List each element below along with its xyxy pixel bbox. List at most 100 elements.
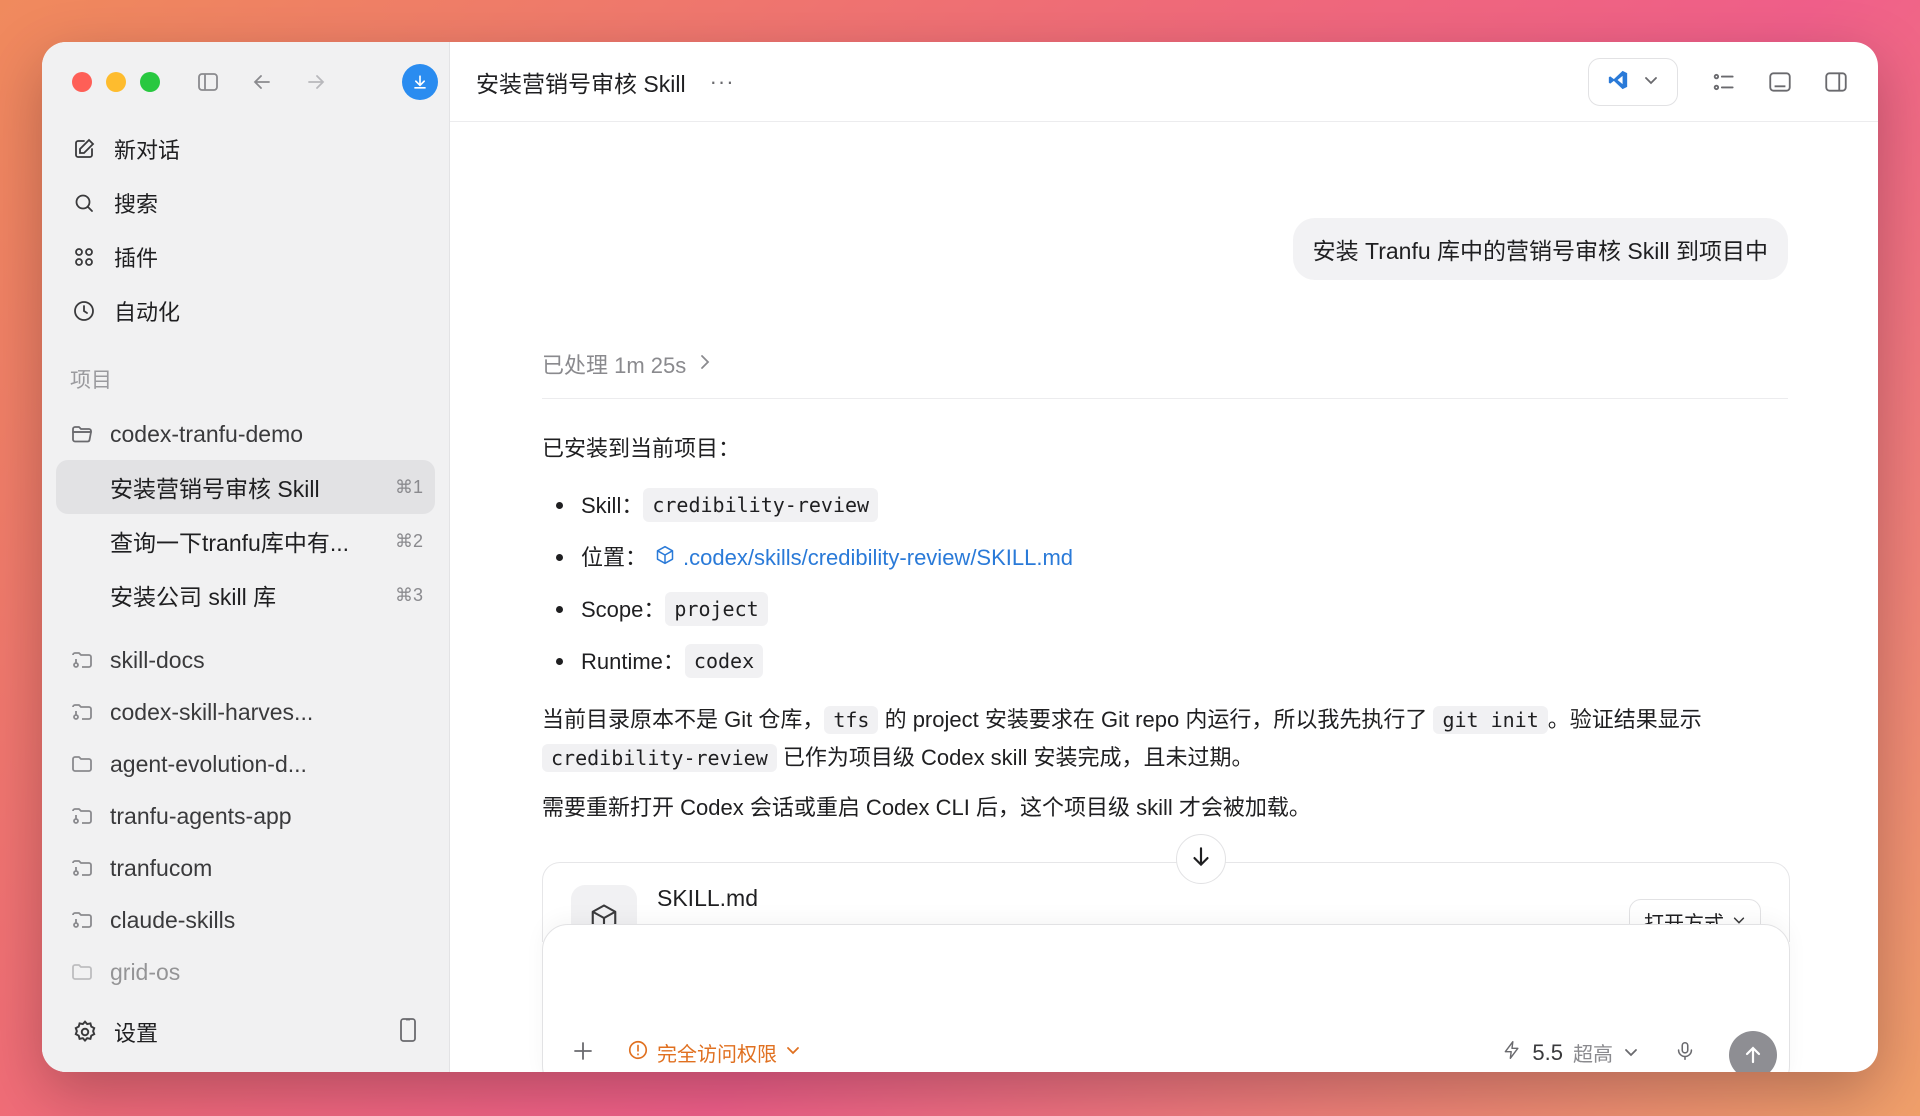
- divider: [542, 398, 1788, 399]
- search-icon: [70, 189, 98, 217]
- project-item[interactable]: codex-skill-harves...: [42, 686, 449, 738]
- reasoning-level: 超高: [1573, 1044, 1613, 1066]
- install-details-list: Skill： credibility-review 位置： .codex/ski…: [542, 479, 1788, 687]
- thread-label: 查询一下tranfu库中有...: [110, 530, 349, 556]
- folder-open-icon: [70, 421, 96, 447]
- item-key: Runtime：: [581, 648, 685, 674]
- project-item[interactable]: skill-docs: [42, 634, 449, 686]
- chat-content: 安装 Tranfu 库中的营销号审核 Skill 到项目中 已处理 1m 25s…: [450, 122, 1878, 1072]
- settings-button[interactable]: 设置: [72, 1016, 397, 1048]
- message-composer[interactable]: 完全访问权限 5.5 超高: [542, 924, 1790, 1072]
- inline-code: credibility-review: [542, 744, 777, 772]
- model-selector[interactable]: 5.5 超高: [1502, 1038, 1639, 1067]
- file-path-link[interactable]: .codex/skills/credibility-review/SKILL.m…: [655, 541, 1073, 574]
- text-run: 当前目录原本不是 Git 仓库，: [542, 707, 825, 732]
- project-label: tranfucom: [110, 854, 213, 881]
- project-label: tranfu-agents-app: [110, 802, 292, 829]
- thread-label: 安装营销号审核 Skill: [110, 476, 320, 502]
- thread-item[interactable]: 查询一下tranfu库中有... ⌘2: [56, 514, 435, 568]
- sidebar-titlebar: [42, 42, 449, 122]
- arrow-down-icon: [1188, 844, 1214, 875]
- item-key: 位置：: [581, 544, 648, 570]
- project-item[interactable]: tranfucom: [42, 842, 449, 894]
- microphone-icon[interactable]: [1667, 1033, 1703, 1069]
- thread-shortcut: ⌘1: [394, 476, 423, 497]
- answer-paragraph: 当前目录原本不是 Git 仓库， tfs 的 project 安装要求在 Git …: [542, 701, 1788, 777]
- projects-section-label: 项目: [70, 369, 112, 392]
- nav-search[interactable]: 搜索: [56, 176, 435, 230]
- open-in-editor-button[interactable]: [1588, 58, 1678, 106]
- nav-new-chat[interactable]: 新对话: [56, 122, 435, 176]
- assistant-message: 已安装到当前项目： Skill： credibility-review 位置： …: [542, 432, 1788, 824]
- app-window: 新对话 搜索 插件 自动化 项目 codex-tranfu-demo 安装营销号…: [42, 42, 1878, 1072]
- processed-toggle[interactable]: 已处理 1m 25s: [542, 348, 712, 380]
- page-title: 安装营销号审核 Skill: [476, 70, 686, 97]
- text-run: 。验证结果显示: [1547, 707, 1702, 732]
- chevron-down-icon: [1623, 1040, 1639, 1066]
- thread-shortcut: ⌘2: [394, 530, 423, 551]
- cube-icon: [655, 541, 675, 574]
- vscode-icon: [1607, 69, 1629, 96]
- sidebar: 新对话 搜索 插件 自动化 项目 codex-tranfu-demo 安装营销号…: [42, 42, 450, 1072]
- answer-lead: 已安装到当前项目：: [542, 436, 741, 461]
- chevron-down-icon: [1643, 72, 1659, 93]
- project-label: agent-evolution-d...: [110, 750, 307, 777]
- scroll-to-bottom-button[interactable]: [1176, 834, 1226, 884]
- project-item[interactable]: grid-os: [42, 946, 449, 998]
- project-item[interactable]: tranfu-agents-app: [42, 790, 449, 842]
- model-version: 5.5: [1532, 1039, 1563, 1065]
- send-button[interactable]: [1729, 1031, 1777, 1072]
- toggle-sidebar-icon[interactable]: [192, 66, 224, 98]
- nav-label: 搜索: [114, 192, 159, 217]
- project-item[interactable]: claude-skills: [42, 894, 449, 946]
- thread-item[interactable]: 安装营销号审核 Skill ⌘1: [56, 460, 435, 514]
- sidebar-nav: 新对话 搜索 插件 自动化: [42, 122, 449, 338]
- terminal-panel-icon[interactable]: [1756, 58, 1804, 106]
- plugins-icon: [70, 243, 98, 271]
- lightning-icon: [1502, 1039, 1522, 1067]
- topbar-actions: [1588, 58, 1860, 106]
- checklist-icon[interactable]: [1700, 58, 1748, 106]
- item-key: Skill：: [581, 492, 644, 518]
- minimize-window-button[interactable]: [106, 72, 126, 92]
- access-label: 完全访问权限: [657, 1044, 777, 1066]
- chevron-down-icon: [785, 1041, 801, 1064]
- file-name: SKILL.md: [657, 885, 758, 911]
- project-label: codex-skill-harves...: [110, 698, 314, 725]
- list-item: Scope： project: [556, 583, 1788, 635]
- compose-icon: [70, 135, 98, 163]
- zoom-window-button[interactable]: [140, 72, 160, 92]
- list-item: 位置： .codex/skills/credibility-review/SKI…: [556, 531, 1788, 583]
- settings-label: 设置: [114, 1021, 159, 1046]
- nav-plugins[interactable]: 插件: [56, 230, 435, 284]
- folder-git-icon: [70, 855, 96, 881]
- access-permission-dropdown[interactable]: 完全访问权限: [627, 1038, 801, 1067]
- folder-icon: [70, 751, 96, 777]
- project-current[interactable]: codex-tranfu-demo: [42, 408, 449, 460]
- right-sidebar-icon[interactable]: [1812, 58, 1860, 106]
- inline-code: tfs: [824, 706, 879, 734]
- forward-arrow-icon[interactable]: [300, 66, 332, 98]
- gear-icon: [72, 1019, 98, 1045]
- device-icon[interactable]: [397, 1017, 419, 1048]
- download-update-button[interactable]: [402, 64, 438, 100]
- chevron-right-icon: [698, 351, 712, 377]
- list-item: Skill： credibility-review: [556, 479, 1788, 531]
- back-arrow-icon[interactable]: [246, 66, 278, 98]
- project-item[interactable]: agent-evolution-d...: [42, 738, 449, 790]
- more-options-button[interactable]: ···: [710, 69, 735, 95]
- list-item: Runtime： codex: [556, 635, 1788, 687]
- close-window-button[interactable]: [72, 72, 92, 92]
- processed-label: 已处理 1m 25s: [542, 353, 687, 378]
- thread-item[interactable]: 安装公司 skill 库 ⌘3: [56, 568, 435, 622]
- topbar: 安装营销号审核 Skill ···: [450, 42, 1878, 122]
- project-label: claude-skills: [110, 906, 236, 933]
- nav-automation[interactable]: 自动化: [56, 284, 435, 338]
- thread-shortcut: ⌘3: [394, 584, 423, 605]
- item-value: codex: [684, 644, 764, 678]
- folder-git-icon: [70, 647, 96, 673]
- add-attachment-button[interactable]: [565, 1033, 601, 1069]
- text-run: 已作为项目级 Codex skill 安装完成，且未过期。: [776, 745, 1254, 770]
- clock-icon: [70, 297, 98, 325]
- project-label: skill-docs: [110, 646, 205, 673]
